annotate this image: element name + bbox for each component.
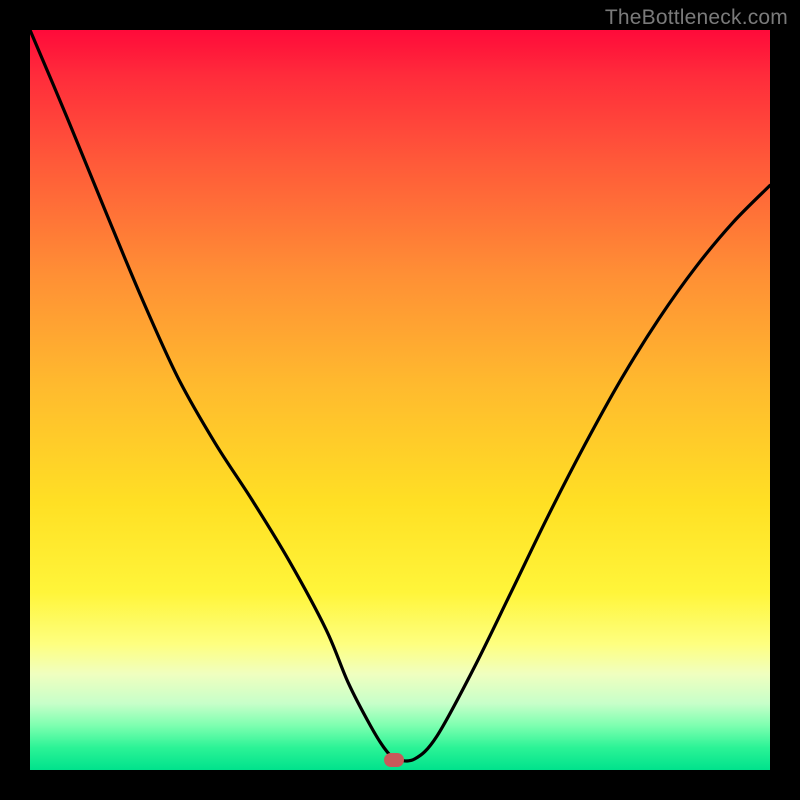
plot-area — [30, 30, 770, 770]
min-marker — [384, 753, 404, 767]
chart-frame: TheBottleneck.com — [0, 0, 800, 800]
curve-svg — [30, 30, 770, 770]
bottleneck-curve — [30, 30, 770, 761]
watermark-text: TheBottleneck.com — [605, 6, 788, 30]
